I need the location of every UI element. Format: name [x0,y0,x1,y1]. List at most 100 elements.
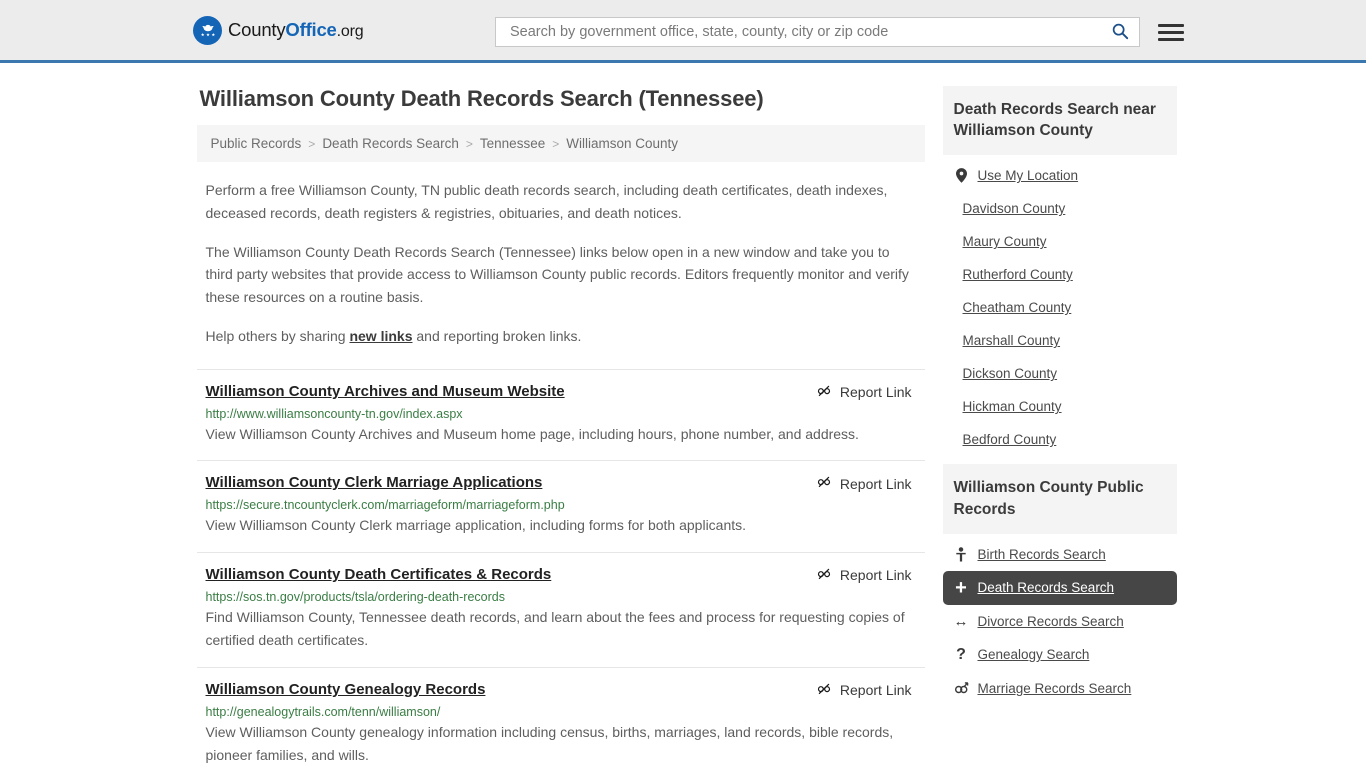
result-item: Williamson County Death Certificates & R… [196,551,925,667]
nearby-county-item[interactable]: Rutherford County [943,258,1177,291]
nearby-county-item[interactable]: Marshall County [943,324,1177,357]
nearby-list: Use My Location Davidson County Maury Coun… [943,155,1177,456]
nearby-county-item[interactable]: Maury County [943,225,1177,258]
report-link-label: Report Link [839,682,912,699]
nearby-county-item[interactable]: Bedford County [943,423,1177,456]
result-url[interactable]: https://secure.tncountyclerk.com/marriag… [206,498,916,512]
nearby-county-item[interactable]: Use My Location [943,159,1177,192]
nearby-county-item[interactable]: Dickson County [943,357,1177,390]
question-mark-icon: ? [956,645,966,663]
result-description: View Williamson County Archives and Muse… [205,425,859,442]
search-input[interactable] [508,23,1109,41]
report-link-label: Report Link [839,475,912,492]
page-title: Williamson County Death Records Search (… [199,86,764,111]
left-right-arrow-icon: ↔ [953,612,969,630]
nearby-county-label: Hickman County [962,399,1062,415]
public-records-item[interactable]: Marriage Records Search [943,672,1177,705]
result-description: View Williamson County Clerk marriage ap… [205,517,747,534]
nearby-county-label: Davidson County [962,201,1066,217]
hamburger-bar [1158,30,1184,34]
report-link-button[interactable]: Report Link [816,474,912,493]
page-body: Williamson County Death Records Search (… [0,63,1366,768]
nearby-county-label: Dickson County [962,366,1058,382]
broken-link-icon [816,383,832,402]
hamburger-bar [1158,37,1184,41]
nearby-county-label: Maury County [962,234,1047,250]
public-records-panel: Williamson County Public Records Birth R… [942,464,1177,705]
public-records-item[interactable]: Birth Records Search [943,538,1177,571]
logo-wordmark: CountyOffice.org [228,19,364,41]
baby-icon [954,547,969,562]
public-records-item[interactable]: ↔ Divorce Records Search [943,605,1177,638]
cross-icon: + [955,576,967,599]
help-suffix: and reporting broken links. [412,328,582,345]
nearby-county-item[interactable]: Hickman County [943,390,1177,423]
result-title-link[interactable]: Williamson County Archives and Museum We… [206,382,565,402]
result-header: Williamson County Genealogy Records Repor… [206,680,916,700]
result-item: Williamson County Clerk Marriage Applica… [196,460,925,552]
nearby-county-item[interactable]: Davidson County [943,192,1177,225]
result-title-link[interactable]: Williamson County Death Certificates & R… [206,565,552,585]
result-item: Williamson County Archives and Museum We… [196,368,925,461]
breadcrumb-item[interactable]: Williamson County [566,136,678,151]
intro-help-line: Help others by sharing new links and rep… [206,325,916,348]
breadcrumb-separator: > [308,136,316,151]
broken-link-icon [816,566,832,585]
nearby-county-label: Cheatham County [962,300,1072,316]
result-title-link[interactable]: Williamson County Clerk Marriage Applica… [206,473,543,493]
result-url[interactable]: http://www.williamsoncounty-tn.gov/index… [206,407,916,421]
broken-link-icon [816,474,832,493]
nearby-county-label: Rutherford County [962,267,1073,283]
result-url[interactable]: https://sos.tn.gov/products/tsla/orderin… [206,590,916,604]
result-description: View Williamson County genealogy informa… [205,723,894,764]
result-title-link[interactable]: Williamson County Genealogy Records [206,680,486,700]
header-search-area [495,17,1184,47]
nearby-county-label: Bedford County [962,432,1057,448]
intro-paragraph-1: Perform a free Williamson County, TN pub… [205,182,888,221]
sidebar: Death Records Search near Williamson Cou… [942,63,1177,713]
logo-text-office: Office [285,19,337,40]
result-item: Williamson County Genealogy Records Repor… [196,666,925,768]
report-link-button[interactable]: Report Link [816,383,912,402]
breadcrumb-item[interactable]: Public Records [211,136,302,151]
interlocking-gender-symbols-icon [954,681,969,695]
hamburger-bar [1158,23,1184,27]
public-records-label: Genealogy Search [977,647,1090,663]
nearby-panel: Death Records Search near Williamson Cou… [942,86,1177,456]
broken-link-icon [816,681,832,700]
result-url[interactable]: http://genealogytrails.com/tenn/williams… [206,705,916,719]
report-link-label: Report Link [839,567,912,584]
breadcrumb-separator: > [465,136,473,151]
public-records-heading: Williamson County Public Records [942,464,1177,534]
public-records-label: Divorce Records Search [977,613,1124,629]
nearby-county-label: Marshall County [962,333,1061,349]
result-header: Williamson County Archives and Museum We… [206,382,916,402]
nearby-county-label: Use My Location [977,168,1079,184]
breadcrumb: Public Records > Death Records Search > Tenn… [196,125,925,162]
breadcrumb-item[interactable]: Tennessee [480,136,545,151]
breadcrumb-item[interactable]: Death Records Search [322,136,459,151]
new-links-link[interactable]: new links [349,328,412,344]
search-box[interactable] [495,17,1140,47]
result-header: Williamson County Clerk Marriage Applica… [206,473,916,493]
public-records-label: Death Records Search [977,580,1115,596]
help-prefix: Help others by sharing [205,328,350,345]
search-button[interactable] [1109,22,1131,43]
site-header: CountyOffice.org [0,0,1366,63]
intro-section: Perform a free Williamson County, TN pub… [197,179,925,348]
public-records-item[interactable]: + Death Records Search [942,570,1177,605]
main-content: Williamson County Death Records Search (… [196,63,925,768]
hamburger-menu-icon[interactable] [1158,23,1184,41]
logo-text-county: County [228,19,286,40]
search-icon [1111,22,1129,43]
nearby-county-item[interactable]: Cheatham County [943,291,1177,324]
public-records-label: Marriage Records Search [977,680,1132,696]
report-link-button[interactable]: Report Link [816,566,912,585]
report-link-button[interactable]: Report Link [816,681,912,700]
logo-text-org: .org [336,23,364,40]
public-records-item[interactable]: ? Genealogy Search [943,638,1177,672]
report-link-label: Report Link [839,384,912,401]
result-description: Find Williamson County, Tennessee death … [205,608,905,649]
site-logo[interactable]: CountyOffice.org [193,15,364,45]
map-pin-icon [954,168,969,184]
